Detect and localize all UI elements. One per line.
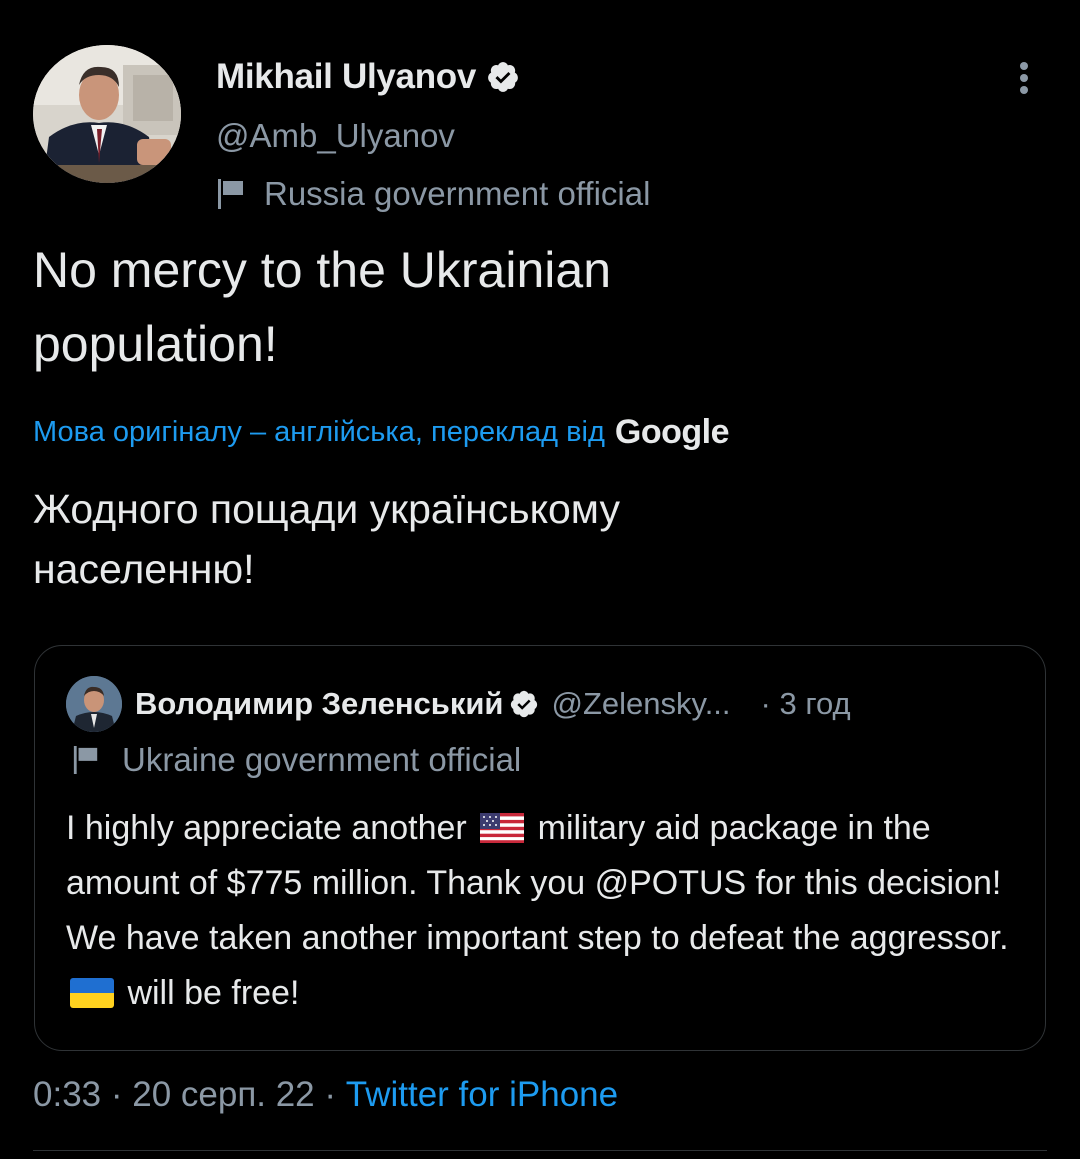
quoted-government-label: Ukraine government official xyxy=(72,739,521,781)
quoted-header: Володимир Зеленський @Zelensky... · 3 го… xyxy=(135,682,851,726)
government-label-text: Russia government official xyxy=(264,175,651,212)
flag-icon xyxy=(216,177,246,211)
tweet-date[interactable]: 20 серп. 22 xyxy=(132,1075,314,1115)
quoted-author-avatar[interactable] xyxy=(66,676,122,732)
tweet-text: No mercy to the Ukrainian population! xyxy=(33,233,1033,381)
quoted-text-part: I highly appreciate another xyxy=(66,809,467,847)
quoted-government-label-text: Ukraine government official xyxy=(122,741,522,778)
translated-text: Жодного пощади українському населенню! xyxy=(33,479,1033,599)
us-flag-emoji xyxy=(480,805,525,843)
author-name[interactable]: Mikhail Ulyanov xyxy=(216,57,476,97)
translation-notice: Мова оригіналу – англійська, переклад ві… xyxy=(33,410,730,454)
avatar-photo xyxy=(33,45,181,183)
tweet-text-line: No mercy to the Ukrainian xyxy=(33,242,612,298)
author-name-row: Mikhail Ulyanov xyxy=(216,52,520,102)
quoted-verified-badge-icon xyxy=(509,689,539,719)
quoted-author-handle: @Zelensky... xyxy=(551,686,731,721)
meta-separator: · xyxy=(314,1075,346,1114)
tweet-time[interactable]: 0:33 xyxy=(33,1075,101,1115)
author-handle[interactable]: @Amb_Ulyanov xyxy=(216,117,455,155)
translated-text-line: Жодного пощади українському xyxy=(33,486,620,532)
meta-separator: · xyxy=(101,1075,133,1114)
flag-icon xyxy=(72,744,100,776)
verified-badge-icon xyxy=(486,60,520,94)
google-logo: Google xyxy=(614,412,730,451)
quoted-author-name: Володимир Зеленський xyxy=(135,686,504,721)
tweet-text-line: population! xyxy=(33,316,278,372)
more-options-icon[interactable] xyxy=(1010,58,1038,98)
quoted-tweet[interactable]: Володимир Зеленський @Zelensky... · 3 го… xyxy=(34,645,1046,1051)
divider xyxy=(33,1150,1047,1151)
author-avatar[interactable] xyxy=(33,45,181,183)
quoted-text: I highly appreciate another military aid… xyxy=(66,801,1026,1021)
government-label[interactable]: Russia government official xyxy=(216,172,650,216)
ukraine-flag-emoji xyxy=(70,970,114,1008)
tweet-detail: Mikhail Ulyanov @Amb_Ulyanov Russia gove… xyxy=(0,0,1080,1159)
quoted-text-part: will be free! xyxy=(127,974,300,1012)
quoted-timestamp: · 3 год xyxy=(760,686,851,721)
tweet-source-link[interactable]: Twitter for iPhone xyxy=(346,1075,618,1115)
translation-label[interactable]: Мова оригіналу – англійська, переклад ві… xyxy=(33,416,605,449)
translated-text-line: населенню! xyxy=(33,546,255,592)
tweet-meta: 0:33 · 20 серп. 22 · Twitter for iPhone xyxy=(33,1072,618,1118)
quoted-avatar-photo xyxy=(66,676,122,732)
